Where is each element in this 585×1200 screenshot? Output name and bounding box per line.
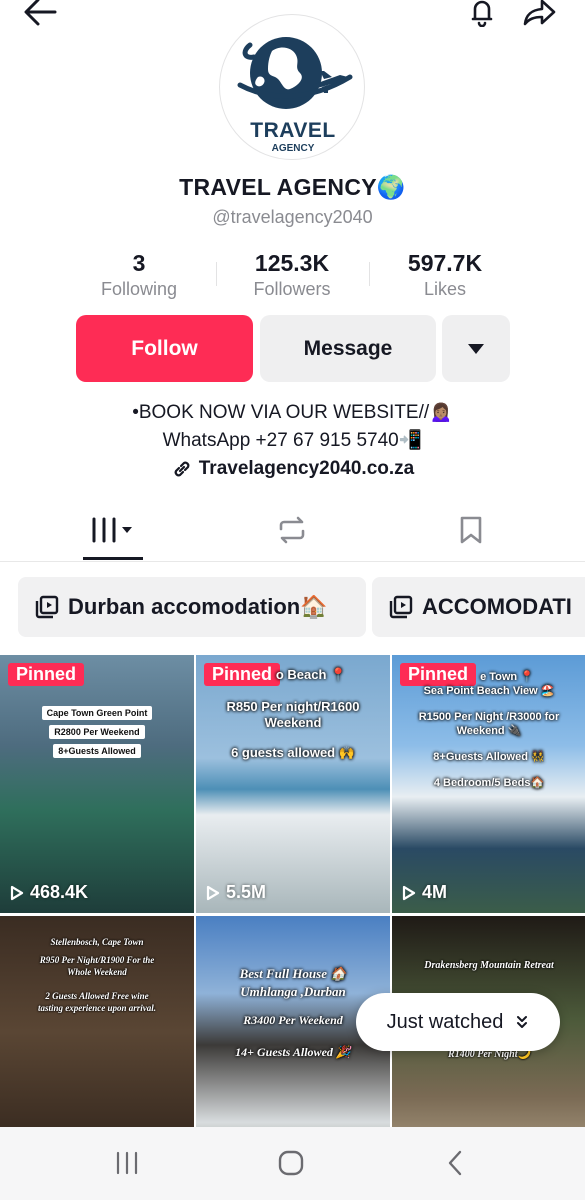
play-icon xyxy=(10,885,24,900)
tab-videos[interactable] xyxy=(53,500,173,560)
just-watched-label: Just watched xyxy=(386,1010,504,1033)
video-caption: Drakensberg Mountain Retreat xyxy=(424,960,554,971)
bio-link[interactable]: Travelagency2040.co.za xyxy=(0,458,585,480)
profile-tabs xyxy=(0,500,585,562)
video-caption: Stellenbosch, Cape Town xyxy=(50,937,144,947)
bio: •BOOK NOW VIA OUR WEBSITE//🙍🏽‍♀️ WhatsAp… xyxy=(0,399,585,455)
playlist-icon xyxy=(34,594,60,620)
stat-following[interactable]: 3 Following xyxy=(64,250,214,300)
caret-down-icon xyxy=(468,343,484,354)
play-icon xyxy=(206,885,220,900)
message-button[interactable]: Message xyxy=(260,315,436,382)
system-nav-bar xyxy=(0,1127,585,1200)
video-caption: Cape Town Green Point xyxy=(0,703,194,721)
bio-line: WhatsApp +27 67 915 5740📲 xyxy=(162,430,423,451)
video-caption: 4 Bedroom/5 Beds🏠 xyxy=(433,777,545,789)
video-caption: 2 Guests Allowed Free wine tasting exper… xyxy=(37,991,156,1013)
video-caption: 14+ Guests Allowed 🎉 xyxy=(235,1045,351,1059)
video-caption: Umhlanga ,Durban xyxy=(240,984,346,999)
bio-link-text: Travelagency2040.co.za xyxy=(198,458,415,479)
playlist-icon xyxy=(388,594,414,620)
recent-apps-icon[interactable] xyxy=(102,1145,152,1181)
home-icon[interactable] xyxy=(266,1145,316,1181)
avatar-brand-subtext: AGENCY xyxy=(271,143,315,154)
stat-followers[interactable]: 125.3K Followers xyxy=(217,250,367,300)
playlist-chip[interactable]: ACCOMODATI xyxy=(372,577,585,637)
stat-value: 125.3K xyxy=(254,250,330,276)
stat-label: Followers xyxy=(253,279,331,299)
video-caption: o Beach 📍 xyxy=(275,667,347,682)
profile-handle: @travelagency2040 xyxy=(212,207,373,227)
view-count: 5.5M xyxy=(206,882,266,903)
playlist-row: Durban accomodation🏠 ACCOMODATI xyxy=(18,577,585,637)
double-chevron-down-icon xyxy=(517,1016,528,1028)
playlist-chip[interactable]: Durban accomodation🏠 xyxy=(18,577,366,637)
bookmark-icon xyxy=(460,516,482,544)
more-options-button[interactable] xyxy=(442,315,510,382)
video-caption: 6 guests allowed 🙌 xyxy=(231,745,355,760)
tab-favorites[interactable] xyxy=(411,500,531,560)
video-thumbnail[interactable]: Pinned o Beach 📍 R850 Per night/R1600 We… xyxy=(196,655,390,913)
playlist-label: Durban accomodation🏠 xyxy=(68,594,328,619)
just-watched-button[interactable]: Just watched xyxy=(356,993,560,1051)
video-caption: R1500 Per Night /R3000 for Weekend 🔌 xyxy=(418,711,560,737)
profile-name: TRAVEL AGENCY🌍 xyxy=(179,174,406,200)
video-thumbnail[interactable]: Pinned e Town 📍 Sea Point Beach View 🏖️ … xyxy=(392,655,585,913)
playlist-label: ACCOMODATI xyxy=(422,594,572,619)
video-caption: R2800 Per Weekend xyxy=(0,722,194,740)
bell-icon[interactable] xyxy=(462,0,502,30)
video-thumbnail[interactable]: Stellenbosch, Cape Town R950 Per Night/R… xyxy=(0,916,194,1127)
avatar-brand-text: TRAVEL xyxy=(250,119,336,142)
repost-icon xyxy=(279,516,305,544)
stat-likes[interactable]: 597.7K Likes xyxy=(370,250,520,300)
link-icon xyxy=(174,461,190,477)
grid-icon xyxy=(92,517,132,543)
stat-label: Following xyxy=(100,279,178,299)
stat-label: Likes xyxy=(423,279,467,299)
play-icon xyxy=(402,885,416,900)
video-caption: 8+Guests Allowed xyxy=(0,741,194,759)
active-tab-indicator xyxy=(83,557,143,560)
video-grid: Pinned Cape Town Green Point R2800 Per W… xyxy=(0,655,585,1127)
video-caption: Sea Point Beach View 🏖️ xyxy=(423,685,555,697)
share-icon[interactable] xyxy=(520,0,560,30)
video-thumbnail[interactable]: Pinned Cape Town Green Point R2800 Per W… xyxy=(0,655,194,913)
system-back-icon[interactable] xyxy=(430,1145,480,1181)
globe-plane-logo-icon xyxy=(237,37,353,109)
video-caption: R850 Per night/R1600 Weekend xyxy=(226,699,360,730)
view-count: 468.4K xyxy=(10,882,88,903)
video-caption: Best Full House 🏠 xyxy=(239,966,347,981)
follow-button[interactable]: Follow xyxy=(76,315,253,382)
video-caption: R950 Per Night/R1900 For the Whole Weeke… xyxy=(39,955,155,977)
pinned-badge: Pinned xyxy=(8,663,85,686)
stat-value: 597.7K xyxy=(407,250,483,276)
video-caption: e Town 📍 xyxy=(480,671,534,683)
tab-reposts[interactable] xyxy=(232,500,352,560)
back-arrow-icon[interactable] xyxy=(20,0,60,30)
video-caption: 8+Guests Allowed 👯 xyxy=(433,751,545,763)
stat-value: 3 xyxy=(132,250,146,276)
bio-line: •BOOK NOW VIA OUR WEBSITE//🙍🏽‍♀️ xyxy=(132,402,453,423)
avatar[interactable]: TRAVEL AGENCY xyxy=(219,14,365,160)
view-count: 4M xyxy=(402,882,447,903)
